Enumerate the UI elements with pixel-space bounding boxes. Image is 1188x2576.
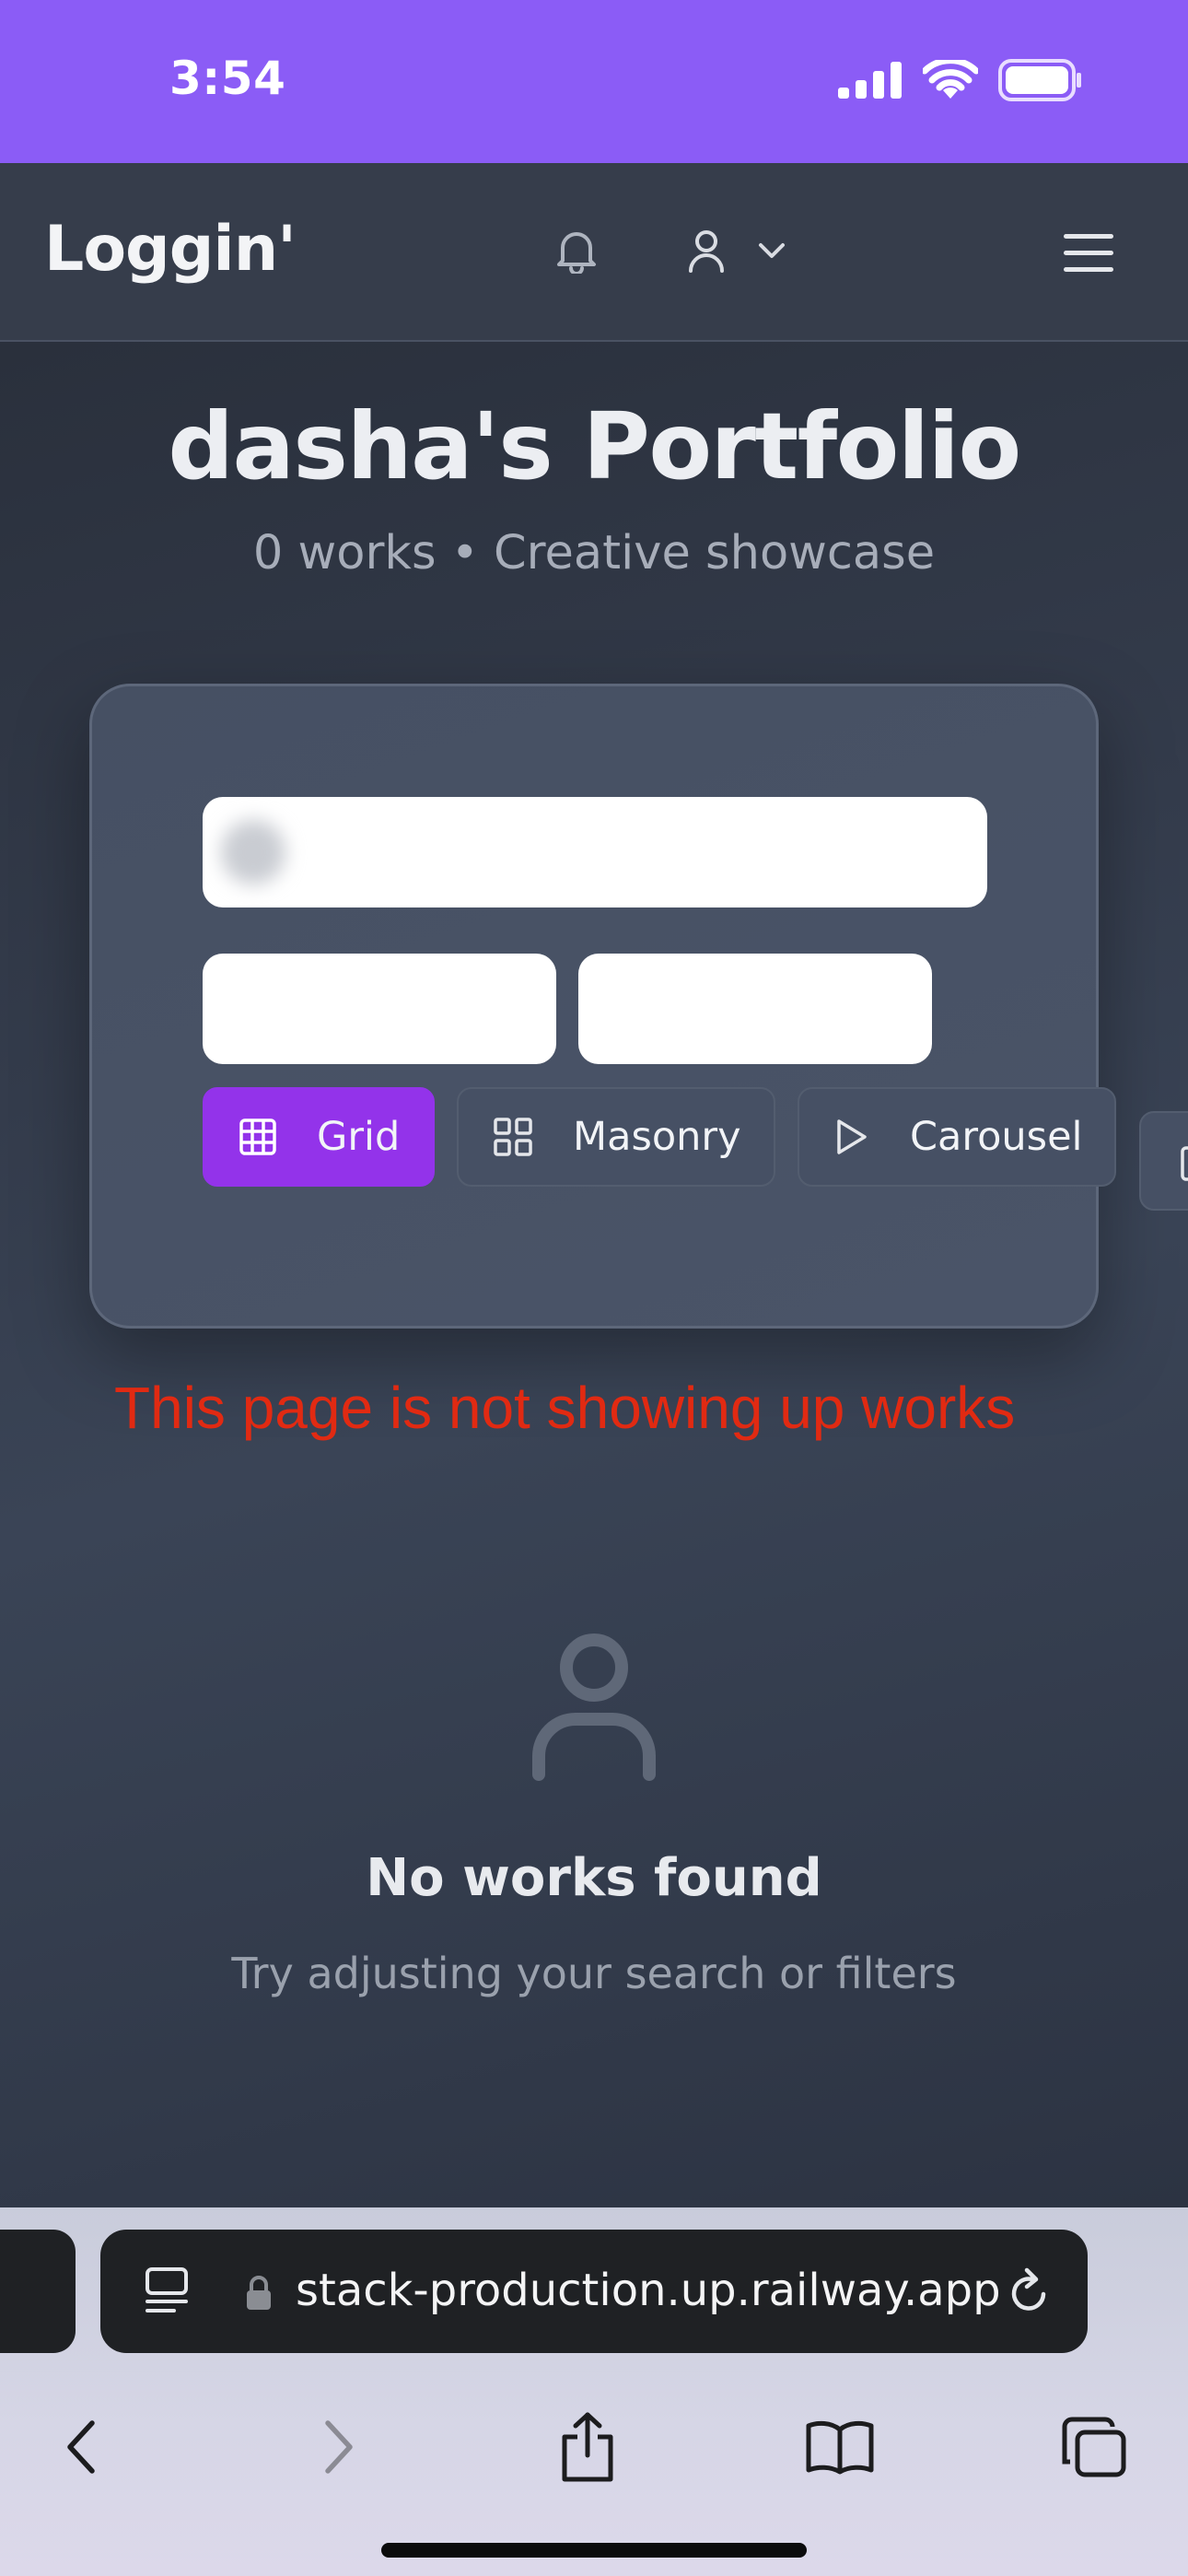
view-masonry-button[interactable]: Masonry [457, 1087, 775, 1187]
sort-select[interactable] [578, 954, 932, 1064]
wifi-icon [923, 60, 978, 99]
chevron-left-icon [67, 2420, 95, 2474]
empty-state-title: No works found [366, 1848, 822, 1908]
user-placeholder-icon [532, 1633, 656, 1781]
view-grid-button[interactable]: Grid [203, 1087, 435, 1187]
category-select[interactable] [203, 954, 556, 1064]
hamburger-menu-button[interactable] [1059, 224, 1118, 283]
error-annotation: This page is not showing up works [114, 1375, 1016, 1441]
tabs-button[interactable] [1039, 2392, 1149, 2502]
app-header: Loggin' [0, 163, 1188, 342]
tabs-icon [1062, 2417, 1126, 2477]
search-input[interactable] [203, 797, 987, 907]
forward-button[interactable] [284, 2392, 394, 2502]
grid-icon [239, 1118, 276, 1155]
empty-state-subtitle: Try adjusting your search or filters [231, 1949, 957, 1998]
user-icon [689, 230, 724, 273]
url-bar[interactable]: stack-production.up.railway.app [100, 2230, 1088, 2353]
back-button[interactable] [26, 2392, 136, 2502]
bell-icon [557, 232, 596, 274]
home-indicator [381, 2543, 807, 2558]
page-subtitle: 0 works • Creative showcase [252, 526, 936, 580]
filter-card: Grid Masonry Carousel [89, 684, 1116, 1329]
page-title: dasha's Portfolio [168, 392, 1021, 500]
bookmarks-button[interactable] [785, 2392, 895, 2502]
view-masonry-label: Masonry [573, 1114, 741, 1160]
chevron-right-icon [325, 2420, 353, 2474]
share-icon [562, 2412, 613, 2482]
url-text: stack-production.up.railway.app [296, 2265, 1001, 2316]
play-icon [837, 1119, 867, 1154]
battery-icon [998, 59, 1081, 101]
masonry-icon [494, 1118, 532, 1156]
reload-icon [1011, 2267, 1046, 2311]
view-next-button[interactable] [1139, 1111, 1188, 1211]
chevron-down-icon [759, 243, 785, 258]
previous-tab[interactable] [0, 2230, 76, 2353]
status-bar: 3:54 [0, 0, 1188, 163]
book-icon [806, 2420, 874, 2475]
browser-toolbar: stack-production.up.railway.app [0, 2207, 1188, 2576]
cellular-signal-icon [838, 62, 902, 99]
user-menu-button[interactable] [672, 220, 801, 281]
view-carousel-label: Carousel [910, 1114, 1083, 1160]
notifications-button[interactable] [549, 223, 604, 278]
view-mode-toggle: Grid Masonry Carousel [203, 1087, 1116, 1187]
status-icons [838, 59, 1083, 101]
calendar-icon [1181, 1146, 1188, 1181]
menu-icon [1064, 234, 1113, 272]
view-grid-label: Grid [317, 1114, 401, 1160]
status-time: 3:54 [169, 52, 286, 105]
share-button[interactable] [532, 2392, 643, 2502]
view-carousel-button[interactable]: Carousel [798, 1087, 1116, 1187]
search-icon [221, 820, 285, 884]
browser-nav-row [0, 2392, 1188, 2502]
lock-icon [247, 2276, 271, 2310]
reader-mode-icon [146, 2267, 188, 2313]
main-content: dasha's Portfolio 0 works • Creative sho… [0, 342, 1188, 2207]
brand-logo[interactable]: Loggin' [44, 213, 297, 286]
